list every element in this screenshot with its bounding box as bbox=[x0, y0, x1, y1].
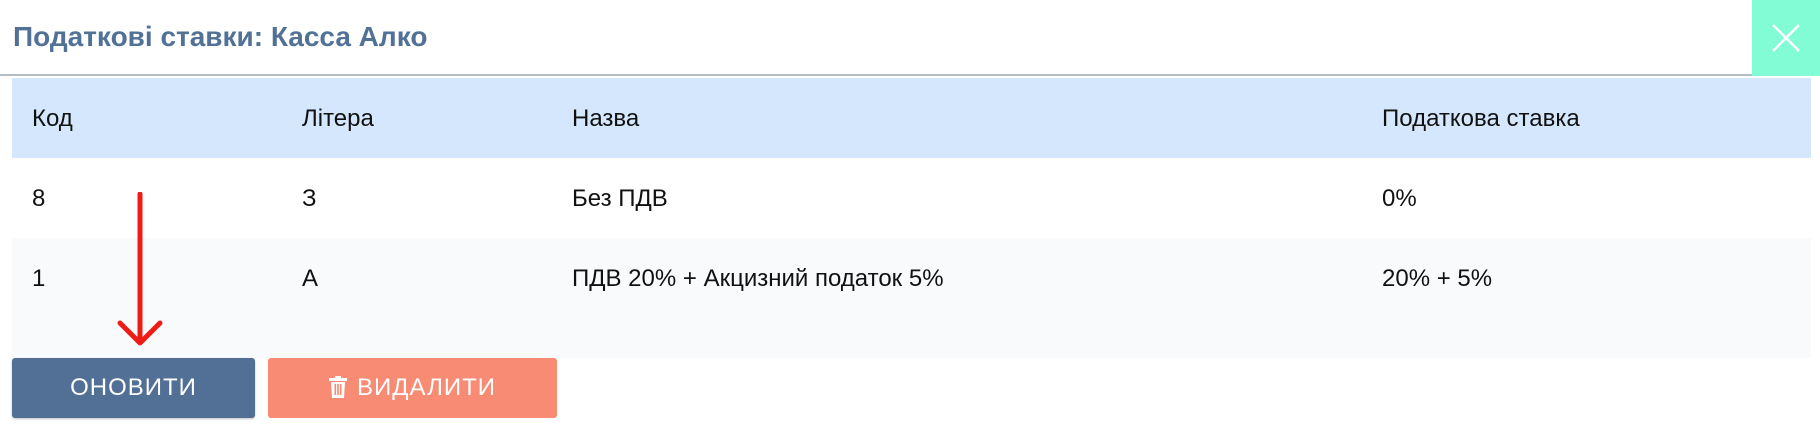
update-button-label: ОНОВИТИ bbox=[70, 374, 197, 401]
cell-name: ПДВ 20% + Акцизний податок 5% bbox=[572, 265, 944, 292]
close-x-icon bbox=[1772, 24, 1800, 52]
header-letter: Літера bbox=[302, 105, 374, 132]
cell-name: Без ПДВ bbox=[572, 185, 668, 212]
table-row[interactable]: 8 З Без ПДВ 0% bbox=[12, 158, 1811, 238]
delete-button[interactable]: ВИДАЛИТИ bbox=[268, 358, 557, 418]
dialog-title: Податкові ставки: Касса Алко bbox=[13, 21, 428, 52]
header-rate: Податкова ставка bbox=[1382, 105, 1580, 132]
table-row[interactable]: 1 А ПДВ 20% + Акцизний податок 5% 20% + … bbox=[12, 238, 1811, 358]
close-button[interactable] bbox=[1752, 0, 1820, 76]
update-button[interactable]: ОНОВИТИ bbox=[12, 358, 255, 418]
red-arrow-down-icon bbox=[117, 192, 163, 346]
trash-icon bbox=[329, 375, 348, 398]
cell-code: 1 bbox=[32, 265, 46, 292]
header-code: Код bbox=[32, 105, 73, 132]
tax-rates-table: Код Літера Назва Податкова ставка 8 З Бе… bbox=[12, 78, 1811, 358]
delete-button-label: ВИДАЛИТИ bbox=[357, 374, 496, 401]
dialog-header: Податкові ставки: Касса Алко bbox=[0, 0, 1820, 76]
header-name: Назва bbox=[572, 105, 640, 132]
tax-rates-dialog: Податкові ставки: Касса Алко Код Літера … bbox=[0, 0, 1820, 428]
table-header-row: Код Літера Назва Податкова ставка bbox=[12, 78, 1811, 158]
cell-code: 8 bbox=[32, 185, 46, 212]
cell-rate: 20% + 5% bbox=[1382, 265, 1493, 292]
cell-rate: 0% bbox=[1382, 185, 1417, 212]
cell-letter: А bbox=[302, 265, 319, 292]
cell-letter: З bbox=[302, 185, 317, 212]
